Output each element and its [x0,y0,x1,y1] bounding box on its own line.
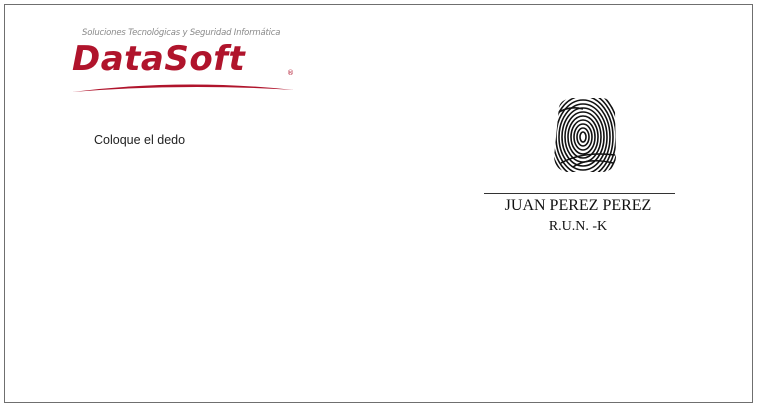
instruction-text: Coloque el dedo [94,133,186,147]
datasoft-logo: Soluciones Tecnológicas y Seguridad Info… [68,26,308,101]
logo-brand: DataSoft [72,39,246,79]
logo-swoosh-icon [72,84,294,92]
logo-tagline: Soluciones Tecnológicas y Seguridad Info… [82,28,281,38]
signature-line [484,193,675,194]
signer-run: R.U.N. -K [548,219,608,234]
fingerprint-icon [554,98,616,172]
signer-name: JUAN PEREZ PEREZ [504,197,652,214]
logo-registered-mark: ® [287,69,294,77]
